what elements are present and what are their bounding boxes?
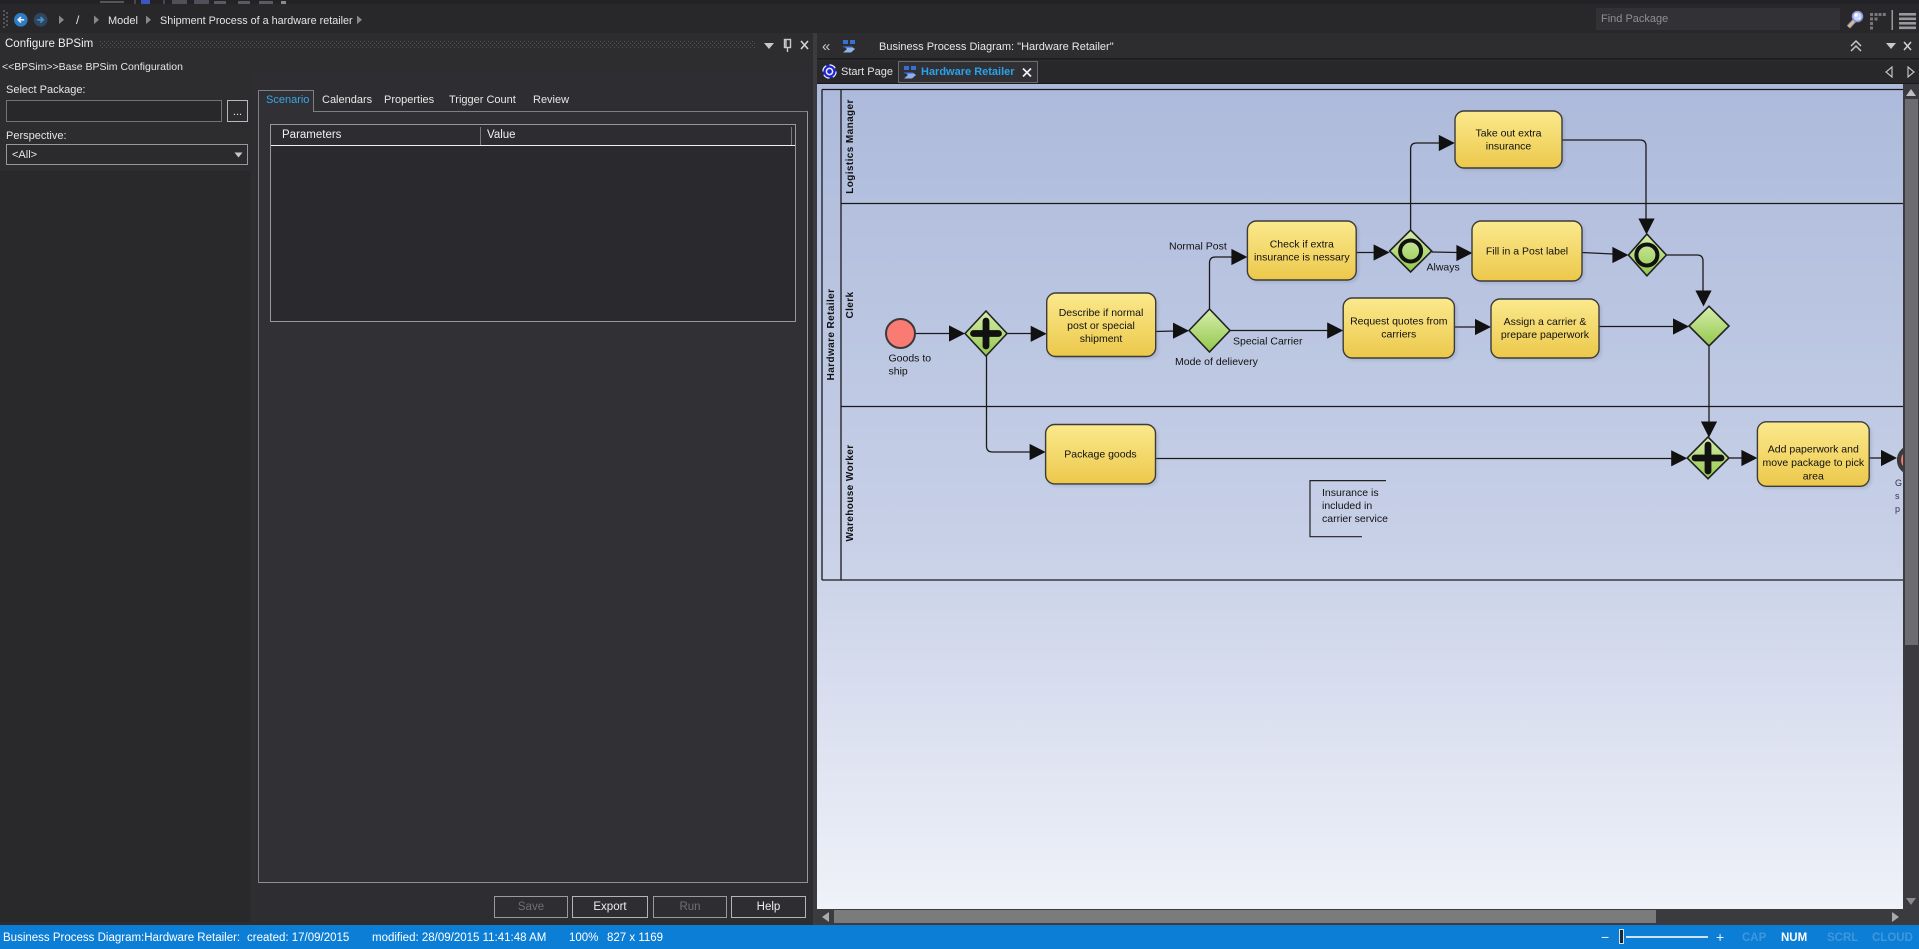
svg-text:area: area (1803, 471, 1824, 483)
svg-text:Describe if normal: Describe if normal (1059, 307, 1144, 319)
svg-text:Goods to: Goods to (889, 353, 932, 365)
svg-text:Shipment Process of a hardware: Shipment Process of a hardware retailer (160, 15, 353, 27)
svg-text:Insurance is: Insurance is (1322, 487, 1379, 499)
svg-text:Logistics Manager: Logistics Manager (845, 99, 856, 194)
svg-text:Normal Post: Normal Post (1169, 241, 1227, 253)
svg-text:Always: Always (1427, 262, 1460, 274)
svg-text:ship: ship (889, 366, 908, 378)
svg-text:carriers: carriers (1381, 329, 1416, 341)
svg-text:Take out extra: Take out extra (1476, 128, 1542, 140)
svg-text:insurance is nessary: insurance is nessary (1254, 252, 1350, 264)
svg-text:Fill in a Post label: Fill in a Post label (1486, 246, 1568, 258)
svg-text:included in: included in (1322, 500, 1372, 512)
svg-text:Assign a carrier &: Assign a carrier & (1504, 316, 1587, 328)
svg-text:Add paperwork and: Add paperwork and (1768, 444, 1859, 456)
svg-text:prepare paperwork: prepare paperwork (1501, 329, 1590, 341)
svg-text:insurance: insurance (1486, 141, 1532, 153)
svg-text:Request quotes from: Request quotes from (1350, 316, 1448, 328)
svg-text:Clerk: Clerk (845, 291, 856, 318)
svg-text:/: / (76, 13, 80, 27)
svg-text:shipment: shipment (1080, 333, 1123, 345)
svg-text:Package goods: Package goods (1064, 449, 1136, 461)
svg-text:move package to pick: move package to pick (1763, 457, 1865, 469)
svg-text:G: G (1895, 478, 1902, 488)
svg-text:post or special: post or special (1067, 320, 1135, 332)
svg-text:carrier service: carrier service (1322, 513, 1388, 525)
svg-text:Special Carrier: Special Carrier (1233, 336, 1303, 348)
svg-text:Hardware Retailer: Hardware Retailer (826, 289, 837, 381)
svg-text:Check if extra: Check if extra (1270, 239, 1334, 251)
svg-text:Mode of delievery: Mode of delievery (1175, 356, 1259, 368)
svg-text:Model: Model (108, 15, 138, 27)
svg-text:p: p (1895, 504, 1900, 514)
svg-text:s: s (1895, 491, 1900, 501)
svg-text:Warehouse Worker: Warehouse Worker (845, 445, 856, 542)
